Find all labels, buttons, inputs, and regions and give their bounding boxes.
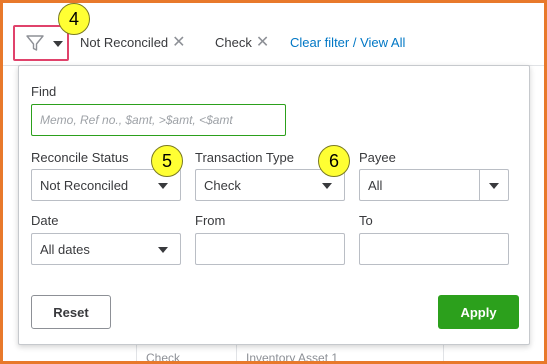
reconcile-status-value: Not Reconciled [40, 177, 129, 193]
close-icon[interactable]: ✕ [256, 35, 269, 51]
find-input[interactable] [31, 104, 286, 136]
find-label: Find [31, 84, 57, 99]
filter-panel: Find Reconcile Status Not Reconciled Tra… [18, 65, 530, 345]
from-label: From [195, 213, 226, 228]
date-select[interactable]: All dates [31, 233, 181, 265]
date-label: Date [31, 213, 59, 228]
from-date-input[interactable] [195, 233, 345, 265]
payee-label: Payee [359, 150, 396, 165]
app-frame: Check Inventory Asset 1 Not Reconciled ✕… [3, 3, 544, 361]
select-divider [479, 170, 480, 200]
filter-chip-type: Check ✕ [215, 35, 269, 51]
reconcile-status-label: Reconcile Status [31, 150, 129, 165]
date-value: All dates [40, 241, 90, 257]
table-cell-account: Inventory Asset 1 [246, 351, 339, 361]
transaction-type-select[interactable]: Check [195, 169, 345, 201]
filter-chip-label: Not Reconciled [80, 35, 169, 50]
filter-chip-label: Check [215, 35, 252, 50]
callout-badge: 6 [318, 145, 350, 177]
caret-down-icon[interactable] [53, 41, 63, 47]
filter-chip-reconcile: Not Reconciled ✕ [80, 35, 186, 51]
payee-select[interactable]: All [359, 169, 509, 201]
chevron-down-icon [489, 183, 499, 189]
payee-value: All [368, 177, 383, 193]
chevron-down-icon [158, 247, 168, 253]
clear-filter-link[interactable]: Clear filter / View All [290, 35, 405, 50]
close-icon[interactable]: ✕ [172, 35, 185, 51]
to-date-input[interactable] [359, 233, 509, 265]
chevron-down-icon [322, 183, 332, 189]
apply-button[interactable]: Apply [438, 295, 519, 329]
transaction-type-label: Transaction Type [195, 150, 294, 165]
filter-button[interactable] [13, 25, 69, 61]
callout-badge: 5 [151, 145, 183, 177]
table-cell-type: Check [146, 351, 181, 361]
funnel-icon [26, 35, 44, 51]
callout-badge: 4 [58, 3, 90, 35]
transaction-type-value: Check [204, 177, 241, 193]
reset-button[interactable]: Reset [31, 295, 111, 329]
chevron-down-icon [158, 183, 168, 189]
to-label: To [359, 213, 373, 228]
